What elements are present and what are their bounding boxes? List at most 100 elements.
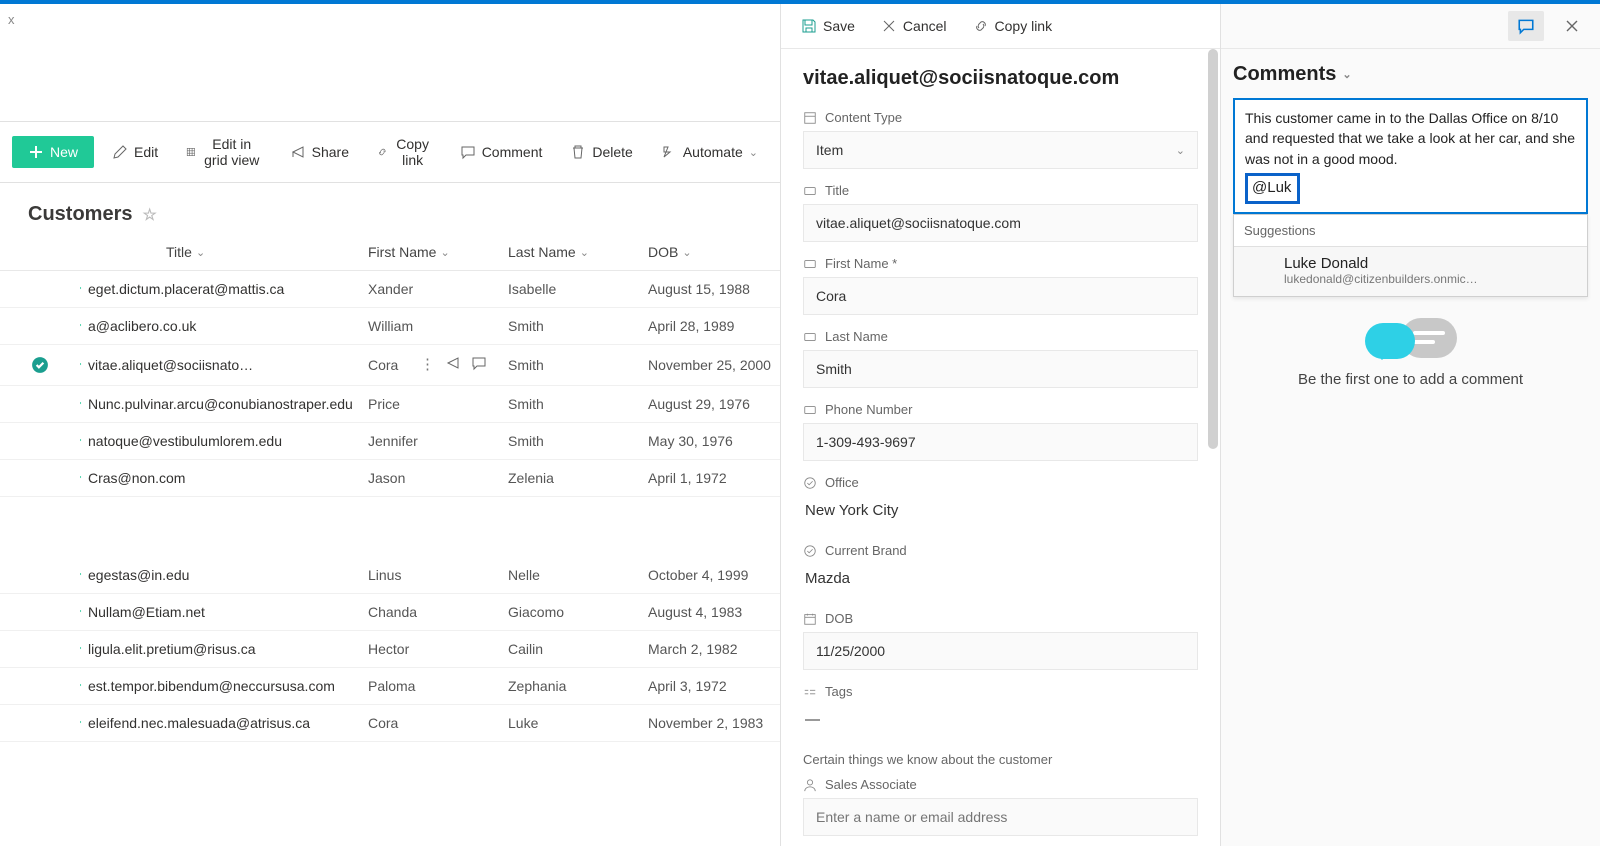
close-icon	[1564, 18, 1580, 34]
label-last: Last Name	[825, 329, 888, 344]
cell-title[interactable]: eget.dictum.placerat@mattis.ca	[80, 281, 360, 297]
title-input[interactable]: vitae.aliquet@sociisnatoque.com	[803, 204, 1198, 242]
col-first[interactable]: First Name ⌄	[360, 244, 500, 260]
table-row[interactable]: egestas@in.eduLinusNelleOctober 4, 1999	[0, 557, 780, 594]
brand-value[interactable]: Mazda	[803, 564, 1198, 597]
chevron-down-icon: ⌄	[196, 246, 205, 259]
list-title-row: Customers ☆	[0, 183, 780, 234]
chevron-down-icon: ⌄	[1176, 144, 1185, 157]
table-header: Title ⌄ First Name ⌄ Last Name ⌄ DOB ⌄	[0, 234, 780, 271]
comments-pane: Comments ⌄ This customer came in to the …	[1220, 4, 1600, 846]
last-name-input[interactable]: Smith	[803, 350, 1198, 388]
content-type-select[interactable]: Item ⌄	[803, 131, 1198, 169]
cell-title[interactable]: Cras@non.com	[80, 470, 360, 486]
panel-scrollbar[interactable]	[1205, 49, 1220, 846]
row-more-icon[interactable]: ⋮	[420, 355, 435, 375]
label-phone: Phone Number	[825, 402, 912, 417]
cell-title[interactable]: egestas@in.edu	[80, 567, 360, 583]
check-circle-icon	[31, 356, 49, 374]
person-icon	[803, 778, 817, 792]
close-panel-button[interactable]	[1554, 11, 1590, 41]
cell-title[interactable]: est.tempor.bibendum@neccursusa.com	[80, 678, 360, 694]
cell-last: Giacomo	[500, 604, 640, 620]
table-row[interactable]: est.tempor.bibendum@neccursusa.comPaloma…	[0, 668, 780, 705]
table-row[interactable]: ligula.elit.pretium@risus.caHectorCailin…	[0, 631, 780, 668]
choice-icon	[803, 476, 817, 490]
pencil-icon	[112, 144, 128, 160]
row-comment-icon[interactable]	[471, 355, 487, 375]
cell-title[interactable]: natoque@vestibulumlorem.edu	[80, 433, 360, 449]
label-tags: Tags	[825, 684, 852, 699]
cell-last: Nelle	[500, 567, 640, 583]
save-button[interactable]: Save	[795, 14, 861, 38]
empty-state-illustration	[1233, 323, 1588, 359]
copy-link-button[interactable]: Copy link	[367, 130, 442, 174]
automate-button[interactable]: Automate ⌄	[651, 138, 768, 166]
edit-button[interactable]: Edit	[102, 138, 168, 166]
label-office: Office	[825, 475, 859, 490]
list-breadcrumb: x	[0, 4, 780, 31]
mention-chip[interactable]: @Luk	[1245, 173, 1300, 204]
cell-last: Luke	[500, 715, 640, 731]
cell-last: Smith	[500, 396, 640, 412]
col-last[interactable]: Last Name ⌄	[500, 244, 640, 260]
close-icon	[881, 18, 897, 34]
table-row[interactable]: eleifend.nec.malesuada@atrisus.caCoraLuk…	[0, 705, 780, 742]
cell-title[interactable]: eleifend.nec.malesuada@atrisus.ca	[80, 715, 360, 731]
chevron-down-icon: ⌄	[1342, 68, 1351, 81]
panel-copy-link-button[interactable]: Copy link	[967, 14, 1059, 38]
text-icon	[803, 330, 817, 344]
sales-associate-input[interactable]	[803, 798, 1198, 836]
cell-first: Linus	[360, 567, 500, 583]
plus-icon	[28, 144, 44, 160]
cancel-button[interactable]: Cancel	[875, 14, 953, 38]
panel-heading: vitae.aliquet@sociisnatoque.com	[803, 67, 1198, 90]
dob-input[interactable]: 11/25/2000	[803, 632, 1198, 670]
list-area: x New Edit Edit in grid view Share Copy …	[0, 4, 780, 846]
comments-heading[interactable]: Comments ⌄	[1233, 63, 1588, 86]
cell-title[interactable]: Nunc.pulvinar.arcu@conubianostraper.edu	[80, 396, 360, 412]
cell-title[interactable]: ligula.elit.pretium@risus.ca	[80, 641, 360, 657]
choice-icon	[803, 544, 817, 558]
chevron-down-icon: ⌄	[580, 246, 589, 259]
new-comment-textarea[interactable]: This customer came in to the Dallas Offi…	[1233, 98, 1588, 214]
table-row[interactable]: eget.dictum.placerat@mattis.caXanderIsab…	[0, 271, 780, 308]
table-row[interactable]: a@aclibero.co.ukWilliamSmithApril 28, 19…	[0, 308, 780, 345]
mention-suggestions: Suggestions Luke Donald lukedonald@citiz…	[1233, 214, 1588, 297]
text-icon	[803, 403, 817, 417]
label-brand: Current Brand	[825, 543, 907, 558]
suggestion-item[interactable]: Luke Donald lukedonald@citizenbuilders.o…	[1234, 247, 1587, 296]
cell-first: Xander	[360, 281, 500, 297]
first-name-input[interactable]: Cora	[803, 277, 1198, 315]
flow-icon	[661, 144, 677, 160]
col-title[interactable]: Title ⌄	[80, 244, 360, 260]
cell-first: Price	[360, 396, 500, 412]
share-button[interactable]: Share	[280, 138, 359, 166]
table-row[interactable]: vitae.aliquet@sociisnato…CoraSmithNovemb…	[0, 345, 780, 386]
suggestions-label: Suggestions	[1234, 215, 1587, 247]
phone-input[interactable]: 1-309-493-9697	[803, 423, 1198, 461]
office-value[interactable]: New York City	[803, 496, 1198, 529]
edit-grid-button[interactable]: Edit in grid view	[176, 130, 272, 174]
row-share-icon[interactable]	[445, 355, 461, 375]
empty-state-text: Be the first one to add a comment	[1233, 371, 1588, 388]
comment-button[interactable]: Comment	[450, 138, 553, 166]
cell-title[interactable]: a@aclibero.co.uk	[80, 318, 360, 334]
delete-button[interactable]: Delete	[560, 138, 642, 166]
table-row[interactable]: Nullam@Etiam.netChandaGiacomoAugust 4, 1…	[0, 594, 780, 631]
cell-first: Hector	[360, 641, 500, 657]
table-row[interactable]: natoque@vestibulumlorem.eduJenniferSmith…	[0, 423, 780, 460]
tags-value[interactable]: —	[803, 705, 1198, 738]
favorite-star-icon[interactable]: ☆	[142, 205, 156, 225]
cell-last: Smith	[500, 318, 640, 334]
cell-title[interactable]: Nullam@Etiam.net	[80, 604, 360, 620]
toggle-comments-icon[interactable]	[1508, 11, 1544, 41]
new-button[interactable]: New	[12, 136, 94, 168]
table-row[interactable]: Cras@non.comJasonZeleniaApril 1, 1972	[0, 460, 780, 497]
trash-icon	[570, 144, 586, 160]
save-icon	[801, 18, 817, 34]
cell-title[interactable]: vitae.aliquet@sociisnato…	[80, 357, 360, 373]
table-row[interactable]: Nunc.pulvinar.arcu@conubianostraper.eduP…	[0, 386, 780, 423]
panel-command-bar: Save Cancel Copy link	[781, 4, 1220, 49]
cell-first: Chanda	[360, 604, 500, 620]
